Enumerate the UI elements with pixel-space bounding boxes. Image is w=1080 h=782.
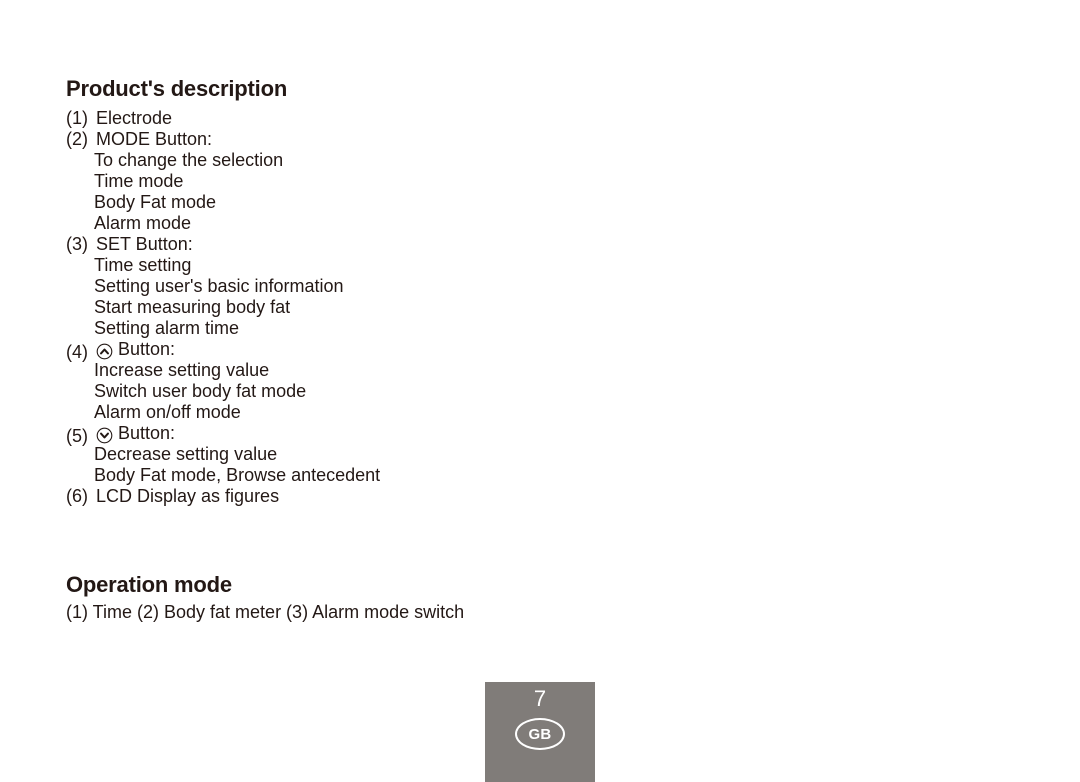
page-number: 7 (533, 686, 547, 711)
list-item: (1) Electrode (66, 108, 626, 129)
list-item-marker: (4) (66, 342, 88, 362)
list-subitem: Start measuring body fat (94, 297, 291, 317)
list-item: (5) Button: (66, 423, 626, 446)
list-item-marker: (5) (66, 426, 88, 446)
list-item: (2) MODE Button: (66, 129, 626, 150)
list-subitem: Body Fat mode, Browse antecedent (94, 465, 381, 485)
list-subitem: Time mode (94, 171, 184, 191)
list-subitem: Body Fat mode (94, 192, 217, 212)
list-item-content: LCD Display as figures (96, 486, 279, 507)
list-item-label: MODE Button: (96, 129, 213, 149)
list-item-label: Button: (118, 339, 176, 359)
circled-chevron-up-icon (96, 343, 113, 360)
list-subitem: To change the selection (94, 150, 284, 170)
list-item-label: Electrode (96, 108, 173, 128)
list-subitem: Time setting (94, 255, 192, 275)
list-item-marker: (1) (66, 108, 88, 128)
operation-mode-heading: Operation mode (66, 572, 232, 598)
list-subitem: Alarm mode (94, 213, 192, 233)
list-item: (4) Button: (66, 339, 626, 362)
list-item-content: Electrode (96, 108, 172, 129)
list-item-content: Button: (96, 339, 175, 360)
list-item-content: SET Button: (96, 234, 193, 255)
list-item-content: MODE Button: (96, 129, 212, 150)
list-subitem: Alarm on/off mode (94, 402, 241, 422)
list-item-marker: (2) (66, 129, 88, 149)
circled-chevron-down-icon (96, 427, 113, 444)
list-subitem: Decrease setting value (94, 444, 278, 464)
page-title: Product's description (66, 75, 288, 101)
list-subitem: Increase setting value (94, 360, 270, 380)
list-item-marker: (6) (66, 486, 88, 506)
list-item-label: LCD Display as figures (96, 486, 280, 506)
list-item: (6) LCD Display as figures (66, 486, 626, 507)
region-code-label: GB (528, 725, 552, 743)
page-footer-badge: 7 GB (485, 682, 595, 782)
list-subitem: Switch user body fat mode (94, 381, 307, 401)
list-subitem: Setting alarm time (94, 318, 240, 338)
list-item-label: Button: (118, 423, 176, 443)
operation-mode-line: (1) Time (2) Body fat meter (3) Alarm mo… (66, 602, 465, 622)
list-item: (3) SET Button: (66, 234, 626, 255)
region-code-badge: GB (515, 718, 565, 750)
list-item-label: SET Button: (96, 234, 193, 254)
document-page: Product's description (1) Electrode (2) MOD… (0, 0, 1080, 782)
product-description-list: (1) Electrode (2) MODE Button: To change the… (66, 108, 626, 507)
list-subitem: Setting user's basic information (94, 276, 344, 296)
list-item-content: Button: (96, 423, 175, 444)
list-item-marker: (3) (66, 234, 88, 254)
